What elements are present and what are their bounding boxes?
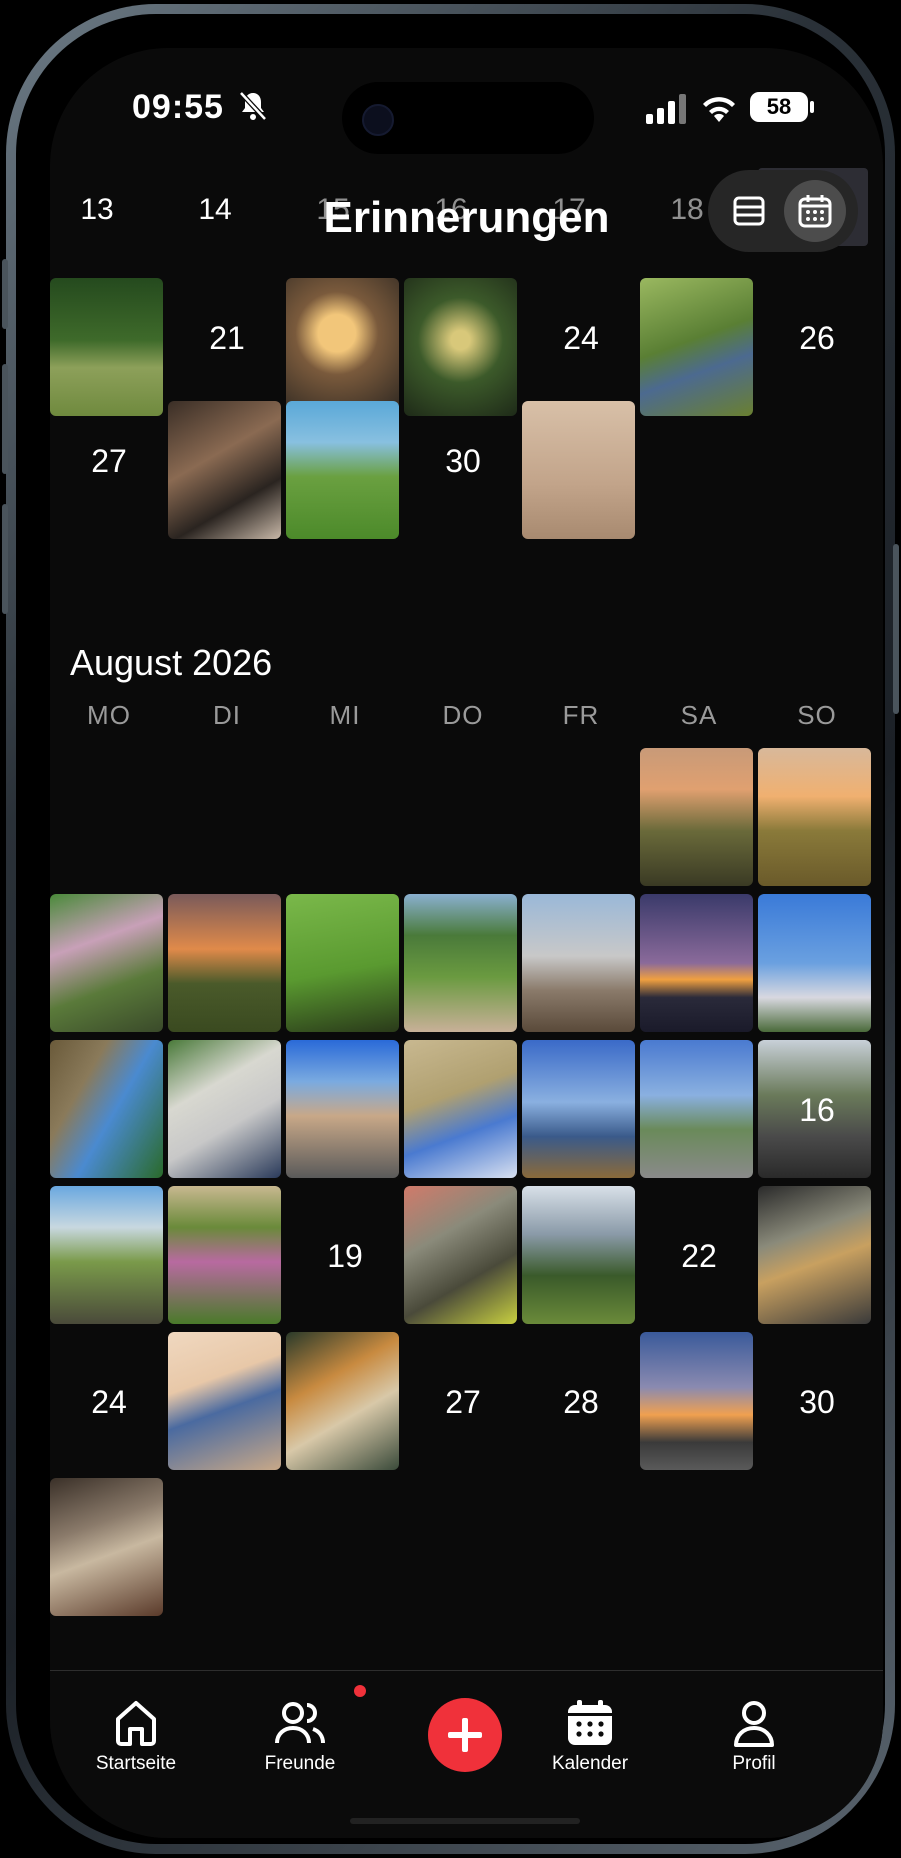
date-label-highlighted[interactable]: 16 [758,1090,876,1130]
list-icon [733,196,765,226]
friends-icon [275,1702,325,1744]
cellular-signal-icon [646,94,686,124]
tab-freunde[interactable]: Freunde [230,1699,370,1775]
date-label[interactable]: 30 [758,1382,876,1422]
photo-day-7[interactable] [522,894,635,1032]
photo-day-25[interactable] [640,278,753,416]
tab-startseite[interactable]: Startseite [66,1699,206,1775]
date-label[interactable]: 24 [50,1382,168,1422]
photo-day-1[interactable] [640,748,753,886]
date-label[interactable]: 19 [286,1236,404,1276]
photo-day-29[interactable] [640,1332,753,1470]
view-toggle [708,170,858,252]
weekday-header: FR [562,700,600,730]
photo-day-22[interactable] [286,278,399,416]
date-label[interactable]: 21 [168,318,286,358]
photo-day-2[interactable] [758,748,871,886]
tab-kalender[interactable]: Kalender [520,1699,660,1775]
phone-bezel: 09:55 58 13 14 15 16 17 18 Erinnerungen … [16,14,885,1844]
volume-up-button [2,364,8,474]
photo-day-20[interactable] [50,278,163,416]
photo-day-18[interactable] [168,1186,281,1324]
tab-label: Profil [732,1753,776,1774]
list-view-button[interactable] [720,182,778,240]
photo-day-17[interactable] [50,1186,163,1324]
date-label[interactable]: 22 [640,1236,758,1276]
photo-day-8[interactable] [640,894,753,1032]
photo-day-14[interactable] [522,1040,635,1178]
status-bar: 09:55 58 [50,48,883,168]
photo-day-20[interactable] [404,1186,517,1324]
calendar-icon [568,1700,612,1745]
photo-day-4[interactable] [168,894,281,1032]
photo-day-31[interactable] [50,1478,163,1616]
weekday-header: MI [329,700,361,730]
phone-frame: 09:55 58 13 14 15 16 17 18 Erinnerungen … [2,4,899,1854]
photo-day-21[interactable] [522,1186,635,1324]
action-button [2,259,8,329]
photo-day-28[interactable] [168,401,281,539]
month-title: August 2026 [70,642,273,683]
photo-day-13[interactable] [404,1040,517,1178]
tab-label: Freunde [264,1753,336,1774]
photo-day-23[interactable] [758,1186,871,1324]
camera-lens [362,104,394,136]
photo-day-26[interactable] [286,1332,399,1470]
photo-day-11[interactable] [168,1040,281,1178]
photo-day-12[interactable] [286,1040,399,1178]
power-button [893,544,899,714]
photo-day-31[interactable] [522,401,635,539]
date-label[interactable]: 26 [758,318,876,358]
date-label[interactable]: 30 [404,441,522,481]
date-label[interactable]: 28 [522,1382,640,1422]
tab-label: Startseite [95,1753,177,1774]
calendar-view-button[interactable] [784,180,846,242]
photo-day-9[interactable] [758,894,871,1032]
date-label[interactable]: 27 [50,441,168,481]
weekday-header: SA [680,700,718,730]
wifi-icon [703,97,735,122]
battery-level: 58 [750,92,808,122]
profile-icon [734,1701,774,1747]
tab-label: Kalender [551,1753,629,1774]
calendar-grid-icon [798,195,832,228]
photo-day-29[interactable] [286,401,399,539]
battery-nub [810,101,814,113]
notification-badge [354,1685,366,1697]
photo-day-3[interactable] [50,894,163,1032]
status-time: 09:55 [132,88,224,126]
screen: 09:55 58 13 14 15 16 17 18 Erinnerungen … [50,48,883,1838]
add-memory-button[interactable] [428,1698,502,1772]
date-label[interactable]: 24 [522,318,640,358]
photo-day-23[interactable] [404,278,517,416]
date-label[interactable]: 27 [404,1382,522,1422]
weekday-header: SO [797,700,837,730]
photo-day-10[interactable] [50,1040,163,1178]
weekday-header: DO [442,700,484,730]
photo-day-6[interactable] [404,894,517,1032]
photo-day-15[interactable] [640,1040,753,1178]
home-indicator [350,1818,580,1824]
weekday-header: DI [213,700,241,730]
weekday-header: MO [87,700,131,730]
volume-down-button [2,504,8,614]
photo-day-5[interactable] [286,894,399,1032]
bell-slash-icon [239,91,267,121]
tab-profil[interactable]: Profil [684,1699,824,1775]
dynamic-island [342,82,594,154]
photo-day-25[interactable] [168,1332,281,1470]
home-icon [116,1701,156,1746]
